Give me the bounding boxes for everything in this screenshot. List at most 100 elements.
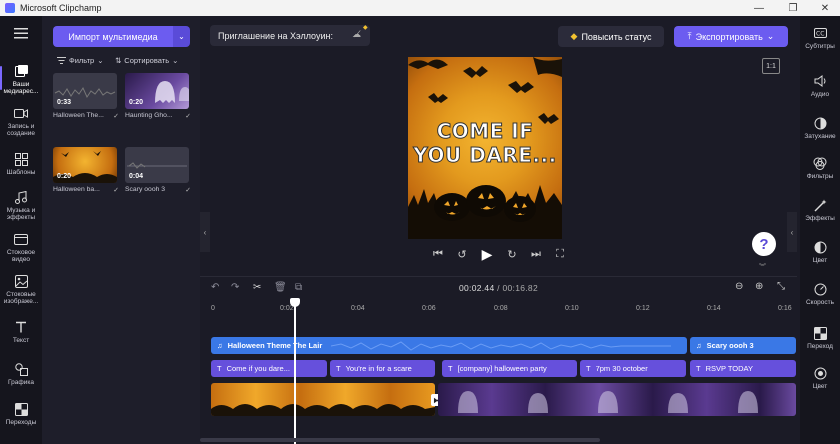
timecode: 00:02.44 / 00:16.82 (459, 283, 538, 293)
zoom-in-icon[interactable]: ⊕ (755, 281, 763, 292)
audio-clip-halloween-theme[interactable]: ♫ Halloween Theme The Lair (211, 337, 687, 354)
nav-templates[interactable]: Шаблоны (0, 152, 42, 176)
sort-label: Сортировать (124, 56, 170, 65)
split-scissors-icon[interactable]: ✂ (253, 282, 261, 293)
audio-button[interactable]: Аудио (800, 74, 840, 98)
media-item-scary-oooh[interactable]: 0:04 (125, 147, 189, 183)
import-media-button[interactable]: Импорт мультимедиа (53, 26, 173, 47)
redo-icon[interactable]: ↷ (231, 282, 239, 293)
rewind-5s-button[interactable]: ↺ (455, 246, 469, 262)
help-button[interactable]: ? (752, 232, 776, 256)
text-clip-label: You're in for a scare (345, 364, 412, 373)
nav-text[interactable]: Текст (0, 320, 42, 344)
skip-forward-icon: ⏭ (531, 247, 541, 260)
nav-record-create[interactable]: Запись и создание (0, 106, 42, 137)
text-clip-2[interactable]: T You're in for a scare (330, 360, 435, 377)
skip-to-end-button[interactable]: ⏭ (529, 246, 543, 262)
nav-your-media[interactable]: Ваши медиарес... (0, 64, 42, 95)
upgrade-label: Повысить статус (581, 31, 652, 42)
window-title: Microsoft Clipchamp (20, 3, 102, 13)
music-note-icon: ♫ (217, 341, 223, 350)
filters-button[interactable]: Фильтры (800, 156, 840, 180)
rb-label: Затухание (804, 133, 836, 140)
ruler-label: 0:10 (565, 305, 579, 312)
play-button[interactable]: ▶ (479, 246, 495, 262)
timeline-scrollbar[interactable] (200, 438, 600, 442)
svg-text:CC: CC (816, 31, 824, 38)
video-clip-halloween-background[interactable] (211, 383, 435, 416)
media-item-haunting-ghost[interactable]: 0:20 (125, 73, 189, 109)
media-item-halloween-background[interactable]: 0:20 (53, 147, 117, 183)
ruler-label: 0 (211, 305, 215, 312)
rb-label: Эффекты (805, 215, 835, 222)
text-clip-1[interactable]: T Come if you dare... (211, 360, 327, 377)
export-button[interactable]: ⤒ Экспортировать ⌄ (674, 26, 788, 47)
nav-transitions[interactable]: Переходы (0, 402, 42, 426)
media-name: Halloween The... ✓ (53, 112, 119, 119)
color-2-button[interactable]: Цвет (800, 366, 840, 390)
project-title-field[interactable]: Приглашение на Хэллоуин: (210, 25, 370, 46)
hamburger-menu-button[interactable] (0, 26, 42, 43)
audio-icon (813, 74, 827, 88)
chevron-down-icon: ⌄ (766, 31, 775, 41)
text-clip-label: Come if you dare... (226, 364, 290, 373)
media-item-halloween-theme[interactable]: 0:33 (53, 73, 117, 109)
preview-line-2: YOU DARE... (413, 143, 557, 168)
skip-to-start-button[interactable]: ⏮ (431, 246, 445, 262)
chevron-down-icon: ⌄ (178, 32, 185, 41)
nav-music-effects[interactable]: Музыка и эффекты (0, 190, 42, 221)
nav-stock-video[interactable]: Стоковое видео (0, 232, 42, 263)
collapse-media-panel-button[interactable]: ‹ (200, 212, 210, 252)
captions-button[interactable]: CC Субтитры (800, 26, 840, 50)
nav-stock-images[interactable]: Стоковые изображе... (0, 274, 42, 305)
audio-clip-label: Halloween Theme The Lair (227, 341, 323, 350)
fit-timeline-icon[interactable]: ⤡ (777, 281, 785, 292)
graphics-icon (14, 362, 28, 376)
text-clip-3[interactable]: T [company] halloween party (442, 360, 577, 377)
ruler-label: 0:16 (778, 305, 792, 312)
fullscreen-icon: ⛶ (556, 247, 564, 260)
audio-clip-scary-oooh[interactable]: ♫ Scary oooh 3 (690, 337, 796, 354)
diamond-icon: ◆ (570, 31, 578, 41)
nav-graphics[interactable]: Графика (0, 362, 42, 386)
effects-icon (813, 198, 827, 212)
ruler-label: 0:12 (636, 305, 650, 312)
filter-button[interactable]: Фильтр ⌄ (57, 56, 104, 65)
collapse-properties-panel-button[interactable]: ‹ (787, 212, 797, 252)
minimize-button[interactable]: — (744, 0, 774, 16)
stock-image-icon (14, 274, 28, 288)
chevron-down-icon[interactable]: ︾ (759, 262, 766, 272)
total-time: / 00:16.82 (497, 283, 538, 293)
transition-button[interactable]: Переход (800, 326, 840, 350)
maximize-button[interactable]: ❐ (778, 0, 808, 16)
chevron-left-icon: ‹ (790, 227, 794, 237)
video-clip-haunting-ghost[interactable] (438, 383, 796, 416)
duplicate-icon[interactable]: ⧉ (295, 282, 302, 293)
forward-5s-button[interactable]: ↻ (505, 246, 519, 262)
upgrade-button[interactable]: ◆ Повысить статус (558, 26, 664, 47)
aspect-ratio-button[interactable]: 1:1 (762, 58, 780, 74)
fade-button[interactable]: Затухание (800, 116, 840, 140)
video-preview[interactable]: COME IF YOU DARE... (408, 57, 562, 239)
zoom-out-icon[interactable]: ⊖ (735, 281, 743, 292)
color-button[interactable]: Цвет (800, 240, 840, 264)
sort-button[interactable]: ⇅ Сортировать ⌄ (115, 56, 178, 65)
media-duration: 0:20 (129, 99, 144, 106)
text-clip-4[interactable]: T 7pm 30 october (580, 360, 686, 377)
media-name: Halloween ba... ✓ (53, 186, 119, 193)
import-dropdown-button[interactable]: ⌄ (173, 26, 190, 47)
audio-waveform (331, 340, 672, 351)
undo-icon[interactable]: ↶ (211, 282, 219, 293)
preview-title-text: COME IF YOU DARE... (408, 119, 562, 168)
effects-button[interactable]: Эффекты (800, 198, 840, 222)
skip-back-icon: ⏮ (433, 247, 443, 260)
pumpkin-filmstrip (211, 404, 435, 416)
close-button[interactable]: ✕ (810, 0, 840, 16)
delete-icon[interactable]: 🗑 (274, 282, 287, 293)
text-icon: T (336, 364, 341, 373)
playhead[interactable] (294, 298, 296, 444)
speed-button[interactable]: Скорость (800, 282, 840, 306)
text-clip-5[interactable]: T RSVP TODAY (690, 360, 796, 377)
nav-label: Запись и создание (7, 123, 35, 137)
fullscreen-button[interactable]: ⛶ (553, 246, 567, 262)
